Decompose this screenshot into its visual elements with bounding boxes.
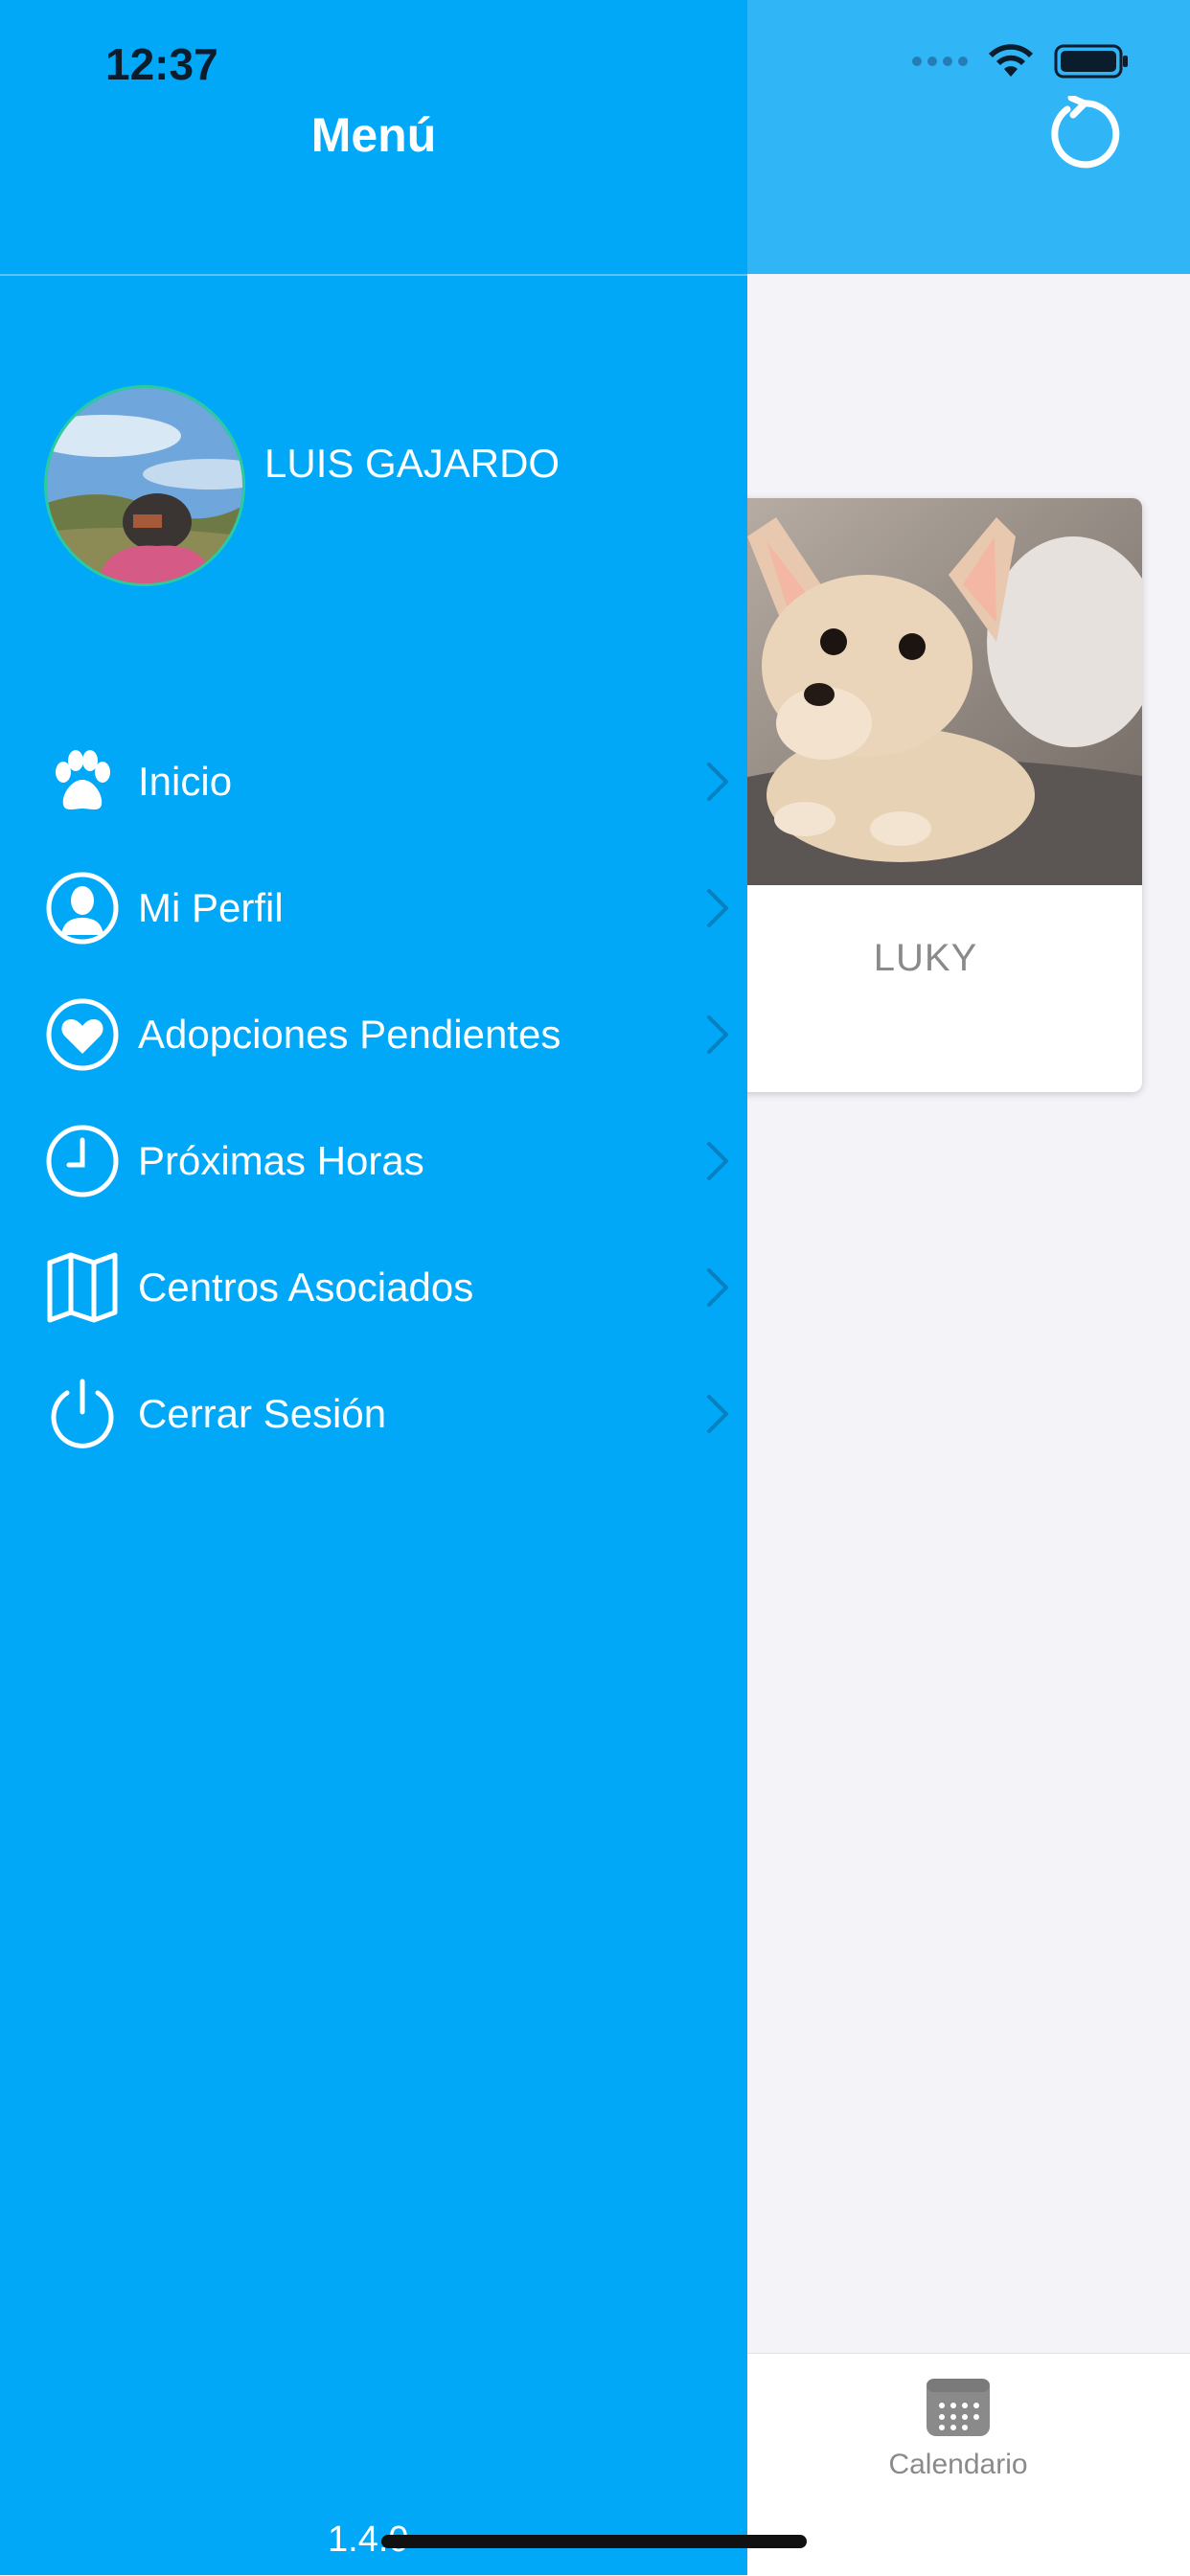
home-indicator[interactable]	[381, 2535, 807, 2548]
pet-name: LUKY	[873, 937, 978, 979]
menu-item-centros-asociados[interactable]: Centros Asociados	[0, 1220, 747, 1347]
power-icon	[51, 1379, 114, 1448]
clock-icon	[46, 1125, 119, 1197]
drawer-header: 12:37 Menú	[0, 0, 747, 276]
pet-card[interactable]: LUKY	[709, 498, 1142, 1092]
menu-label: Cerrar Sesión	[138, 1391, 387, 1436]
status-time: 12:37	[105, 39, 218, 89]
paw-icon	[56, 750, 110, 809]
menu-label: Centros Asociados	[138, 1265, 474, 1310]
tab-calendar-label: Calendario	[888, 2449, 1028, 2480]
person-icon	[46, 872, 119, 945]
heart-icon	[46, 998, 119, 1071]
refresh-button[interactable]	[1044, 96, 1121, 172]
chevron-right-icon	[707, 1142, 728, 1180]
menu-label: Adopciones Pendientes	[138, 1012, 561, 1057]
menu-label: Próximas Horas	[138, 1138, 424, 1183]
menu-item-proximas-horas[interactable]: Próximas Horas	[0, 1094, 747, 1220]
cellular-signal-icon	[912, 57, 968, 66]
menu-item-adopciones-pendientes[interactable]: Adopciones Pendientes	[0, 968, 747, 1094]
menu-item-cerrar-sesion[interactable]: Cerrar Sesión	[0, 1347, 747, 1473]
drawer-title: Menú	[310, 108, 437, 162]
side-drawer: 12:37 Menú LUIS GAJARDO Inicio Mi Perfil…	[0, 0, 747, 2575]
tab-bar: Calendario	[747, 2353, 1190, 2576]
chevron-right-icon	[707, 763, 728, 801]
app-header	[747, 0, 1190, 274]
chevron-right-icon	[707, 1395, 728, 1433]
avatar[interactable]	[44, 385, 245, 586]
wifi-icon	[989, 44, 1033, 77]
chevron-right-icon	[707, 1015, 728, 1054]
calendar-icon	[927, 2379, 990, 2436]
menu-item-inicio[interactable]: Inicio	[0, 715, 747, 841]
menu-label: Inicio	[138, 759, 233, 804]
chevron-right-icon	[707, 1268, 728, 1307]
avatar-photo	[47, 388, 242, 583]
tab-calendar[interactable]: Calendario	[881, 2375, 1035, 2481]
status-icons	[912, 42, 1131, 80]
menu-label: Mi Perfil	[138, 885, 284, 930]
battery-icon	[1054, 44, 1128, 79]
menu-item-mi-perfil[interactable]: Mi Perfil	[0, 841, 747, 968]
map-icon	[47, 1252, 118, 1323]
pet-photo	[709, 498, 1142, 885]
chevron-right-icon	[707, 889, 728, 927]
user-name: LUIS GAJARDO	[264, 441, 561, 486]
